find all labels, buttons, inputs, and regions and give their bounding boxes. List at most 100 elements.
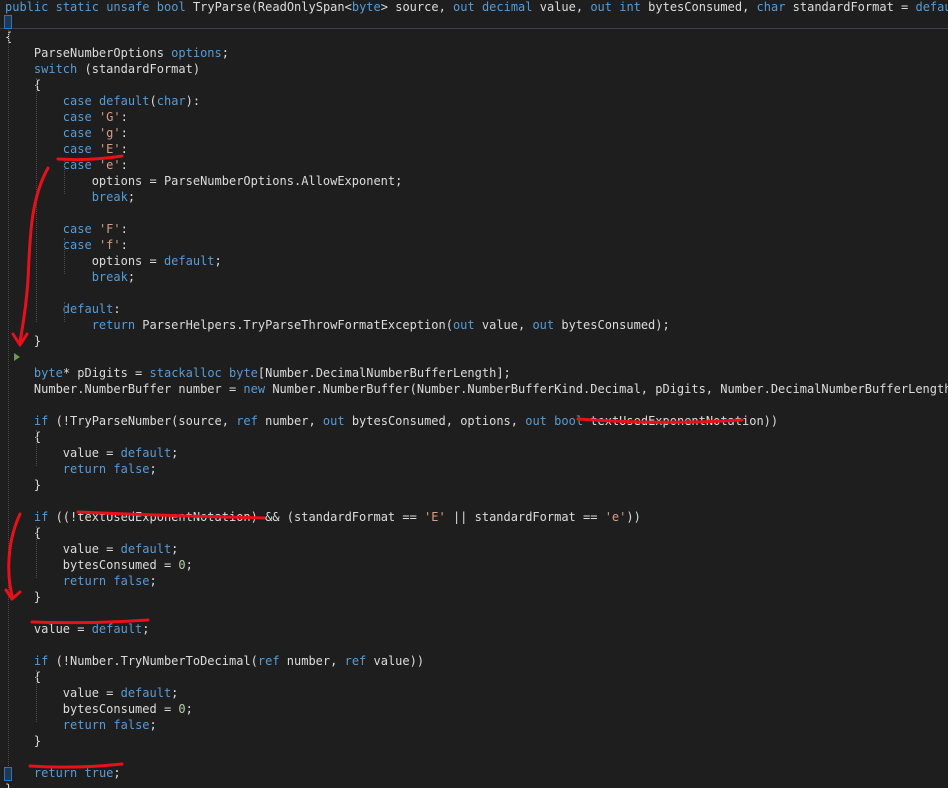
method-separator <box>0 28 948 29</box>
code-token: new <box>243 382 266 396</box>
code-line[interactable]: bytesConsumed = 0; <box>5 701 193 717</box>
code-line[interactable]: break; <box>5 269 135 285</box>
code-token: 'F' <box>98 222 121 236</box>
code-token: TryParse(ReadOnlySpan< <box>185 0 352 14</box>
code-line[interactable]: } <box>5 477 41 493</box>
code-line[interactable]: return false; <box>5 573 157 589</box>
code-token: if <box>33 654 49 668</box>
indent-guide <box>36 526 37 578</box>
code-token: Number.NumberBuffer number = <box>5 382 244 396</box>
code-line[interactable]: } <box>5 589 41 605</box>
code-token: ( <box>149 94 157 108</box>
code-token: return <box>62 574 107 588</box>
code-line[interactable]: return false; <box>5 717 157 733</box>
code-line[interactable]: public static unsafe bool TryParse(ReadO… <box>5 0 948 15</box>
code-token: ParseNumberOptions <box>5 46 172 60</box>
code-line[interactable]: value = default; <box>5 445 179 461</box>
code-token: > source, <box>380 0 454 14</box>
code-token: public <box>5 0 49 14</box>
code-token: ; <box>221 46 229 60</box>
code-line[interactable]: case 'E': <box>5 141 128 157</box>
indent-guide <box>64 302 65 322</box>
code-line[interactable]: value = default; <box>5 541 179 557</box>
code-token: return <box>33 766 78 780</box>
code-line[interactable]: value = default; <box>5 685 179 701</box>
code-token: unsafe <box>106 0 150 14</box>
code-line[interactable]: if (!Number.TryNumberToDecimal(ref numbe… <box>5 653 424 669</box>
code-line[interactable]: return ParserHelpers.TryParseThrowFormat… <box>5 317 670 333</box>
code-line[interactable]: return false; <box>5 461 157 477</box>
code-token: (standardFormat) <box>77 62 201 76</box>
code-token: return <box>62 718 107 732</box>
code-token: : <box>120 142 128 156</box>
code-line[interactable]: default: <box>5 301 121 317</box>
code-token: value, <box>532 0 591 14</box>
brace-match-highlight-close <box>4 767 12 781</box>
code-token: byte <box>229 366 258 380</box>
code-token: ; <box>214 254 222 268</box>
code-line[interactable]: if (!TryParseNumber(source, ref number, … <box>5 413 778 429</box>
code-line[interactable]: ParseNumberOptions options; <box>5 45 229 61</box>
code-token: default <box>163 254 215 268</box>
code-token: 0 <box>178 558 186 572</box>
code-line[interactable]: } <box>5 333 41 349</box>
code-token: bool <box>156 0 186 14</box>
code-token: value = <box>5 622 92 636</box>
code-line[interactable]: case 'F': <box>5 221 128 237</box>
code-line[interactable]: case 'f': <box>5 237 128 253</box>
code-token: bytesConsumed, options, <box>344 414 526 428</box>
code-line[interactable]: case 'G': <box>5 109 128 125</box>
code-token: default <box>98 94 150 108</box>
code-line[interactable]: Number.NumberBuffer number = new Number.… <box>5 381 948 397</box>
code-line[interactable]: value = default; <box>5 621 150 637</box>
code-line[interactable]: break; <box>5 189 135 205</box>
code-line[interactable]: case 'g': <box>5 125 128 141</box>
indent-guide <box>36 430 37 466</box>
code-line[interactable]: bytesConsumed = 0; <box>5 557 193 573</box>
code-token: decimal <box>481 0 533 14</box>
code-token: int <box>619 0 641 14</box>
code-editor[interactable]: public static unsafe bool TryParse(ReadO… <box>0 0 948 788</box>
code-token: default <box>91 622 143 636</box>
code-token: options <box>171 46 222 60</box>
code-token: 'E' <box>98 142 121 156</box>
code-token: ; <box>185 702 193 716</box>
code-line[interactable]: switch (standardFormat) <box>5 61 200 77</box>
code-line[interactable]: } <box>5 781 12 788</box>
code-token: ; <box>171 446 179 460</box>
code-token: ; <box>127 190 136 204</box>
code-token: char <box>156 94 186 108</box>
code-token: : <box>120 126 128 140</box>
code-line[interactable]: if ((!textUsedExponentNotation) && (stan… <box>5 509 641 525</box>
code-line[interactable]: case 'e': <box>5 157 128 173</box>
code-line[interactable]: case default(char): <box>5 93 200 109</box>
code-token: ; <box>171 686 179 700</box>
code-line[interactable]: } <box>5 733 41 749</box>
code-token: 0 <box>178 702 186 716</box>
code-token: return <box>91 318 136 332</box>
code-line[interactable]: return true; <box>5 765 121 781</box>
code-token: || standardFormat == <box>445 510 605 524</box>
code-line[interactable]: options = default; <box>5 253 222 269</box>
code-line[interactable]: byte* pDigits = stackalloc byte[Number.D… <box>5 365 511 381</box>
code-token: stackalloc <box>149 366 222 380</box>
code-token: default <box>120 446 172 460</box>
